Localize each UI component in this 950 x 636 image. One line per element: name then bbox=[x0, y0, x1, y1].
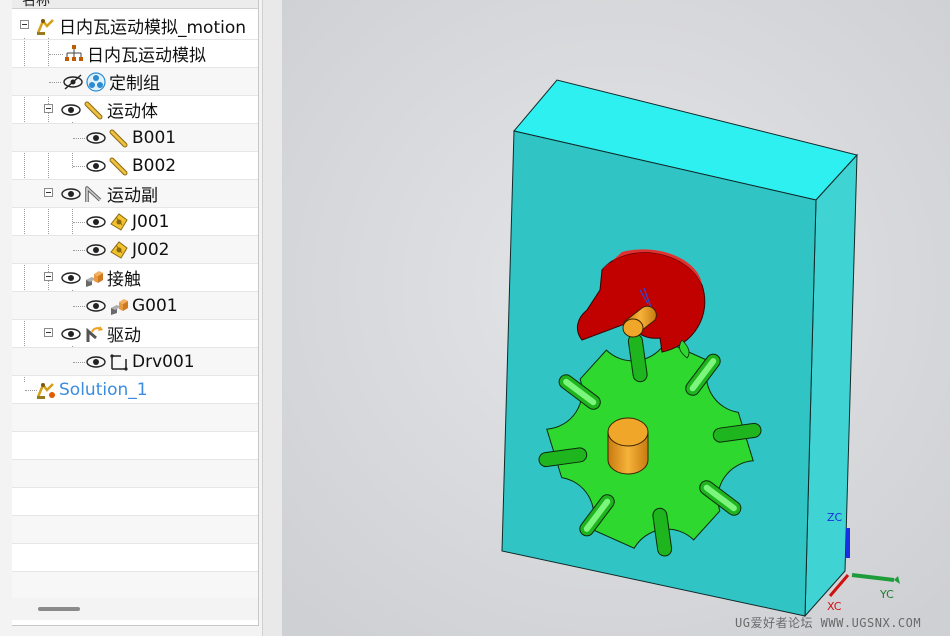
tree-row-j001[interactable]: J001 bbox=[12, 208, 258, 236]
collapse-toggle[interactable] bbox=[44, 272, 53, 281]
tree-connector bbox=[73, 362, 85, 363]
eye-icon[interactable] bbox=[85, 130, 107, 146]
custom-group-icon bbox=[86, 71, 106, 92]
empty-row bbox=[12, 432, 258, 460]
tree-label: J002 bbox=[132, 239, 170, 260]
tree-label: 运动副 bbox=[107, 186, 158, 206]
assembly-tree-icon bbox=[65, 44, 83, 61]
driver-icon bbox=[86, 325, 103, 342]
revolute-joint-icon bbox=[110, 240, 128, 259]
tree-row-links[interactable]: 运动体 bbox=[12, 96, 258, 124]
tree-row-drv001[interactable]: Drv001 bbox=[12, 348, 258, 376]
link-body-icon bbox=[109, 129, 128, 147]
tree-row-assembly[interactable]: 日内瓦运动模拟 bbox=[12, 40, 258, 68]
tree-label: B002 bbox=[132, 155, 177, 176]
empty-row bbox=[12, 572, 258, 600]
eye-icon[interactable] bbox=[85, 242, 107, 258]
driver-element-icon bbox=[110, 353, 128, 371]
axis-x-label: XC bbox=[827, 600, 842, 613]
horizontal-scrollbar[interactable] bbox=[12, 598, 258, 620]
tree-label: G001 bbox=[132, 295, 178, 316]
tree-row-b001[interactable]: B001 bbox=[12, 124, 258, 152]
tree-label: Solution_1 bbox=[59, 379, 148, 400]
tree-row-j002[interactable]: J002 bbox=[12, 236, 258, 264]
tree-row-drivers[interactable]: 驱动 bbox=[12, 320, 258, 348]
wheel-shaft[interactable] bbox=[607, 417, 649, 475]
axis-z-label: ZC bbox=[827, 511, 843, 524]
eye-icon[interactable] bbox=[60, 102, 82, 118]
tree-label: J001 bbox=[132, 211, 170, 232]
eye-icon[interactable] bbox=[85, 354, 107, 370]
joint-icon bbox=[85, 185, 102, 202]
tree-label: B001 bbox=[132, 127, 177, 148]
tree-row-contact[interactable]: 接触 bbox=[12, 264, 258, 292]
tree-connector bbox=[73, 250, 85, 251]
collapse-toggle[interactable] bbox=[44, 188, 53, 197]
link-body-icon bbox=[84, 101, 103, 119]
eye-icon[interactable] bbox=[85, 158, 107, 174]
collapse-toggle[interactable] bbox=[44, 104, 53, 113]
graphics-viewport[interactable]: ZC YC XC bbox=[282, 0, 950, 636]
hidden-eye-icon[interactable] bbox=[62, 73, 84, 90]
empty-row bbox=[12, 516, 258, 544]
empty-row bbox=[12, 544, 258, 572]
empty-row bbox=[12, 460, 258, 488]
tree-label: 日内瓦运动模拟 bbox=[87, 46, 206, 66]
tree-connector bbox=[49, 54, 63, 55]
watermark-text: UG爱好者论坛 WWW.UGSNX.COM bbox=[735, 616, 922, 630]
contact-icon bbox=[86, 270, 103, 287]
tree-connector bbox=[73, 306, 85, 307]
eye-icon[interactable] bbox=[60, 270, 82, 286]
column-header-name[interactable]: 名称 bbox=[12, 0, 258, 9]
tree-label: 运动体 bbox=[107, 102, 158, 122]
tree-connector bbox=[73, 166, 85, 167]
axis-y-label: YC bbox=[879, 588, 894, 601]
tree-label: Drv001 bbox=[132, 351, 195, 372]
eye-icon[interactable] bbox=[60, 326, 82, 342]
eye-icon[interactable] bbox=[85, 298, 107, 314]
tree-row-motion-sim[interactable]: 日内瓦运动模拟_motion bbox=[12, 12, 258, 40]
model-canvas[interactable]: ZC YC XC bbox=[282, 0, 950, 636]
tree-row-solution[interactable]: Solution_1 bbox=[12, 376, 258, 404]
tree-row-b002[interactable]: B002 bbox=[12, 152, 258, 180]
eye-icon[interactable] bbox=[60, 186, 82, 202]
tree-label: 驱动 bbox=[107, 326, 141, 346]
scrollbar-thumb[interactable] bbox=[38, 607, 80, 611]
tree-connector bbox=[49, 82, 61, 83]
collapse-toggle[interactable] bbox=[20, 20, 29, 29]
link-body-icon bbox=[109, 157, 128, 175]
empty-row bbox=[12, 404, 258, 432]
contact-icon bbox=[111, 298, 128, 315]
tree-label: 日内瓦运动模拟_motion bbox=[59, 18, 247, 38]
tree-label: 定制组 bbox=[109, 74, 160, 94]
tree-label: 接触 bbox=[107, 270, 141, 290]
collapse-toggle[interactable] bbox=[44, 328, 53, 337]
solution-icon bbox=[36, 382, 55, 399]
tree-row-custom-group[interactable]: 定制组 bbox=[12, 68, 258, 96]
eye-icon[interactable] bbox=[85, 214, 107, 230]
revolute-joint-icon bbox=[110, 212, 128, 231]
empty-row bbox=[12, 488, 258, 516]
motion-sim-icon bbox=[36, 18, 54, 35]
tree-row-joints[interactable]: 运动副 bbox=[12, 180, 258, 208]
tree-row-g001[interactable]: G001 bbox=[12, 292, 258, 320]
panel-sash[interactable] bbox=[262, 0, 283, 636]
navigator-tree: 名称 日内瓦运动模拟_motion 日内瓦运动模拟 定制组 运动体 B001 B… bbox=[12, 0, 259, 626]
tree-connector bbox=[73, 222, 85, 223]
part-navigator: 名称 日内瓦运动模拟_motion 日内瓦运动模拟 定制组 运动体 B001 B… bbox=[0, 0, 262, 636]
tree-connector bbox=[73, 138, 85, 139]
